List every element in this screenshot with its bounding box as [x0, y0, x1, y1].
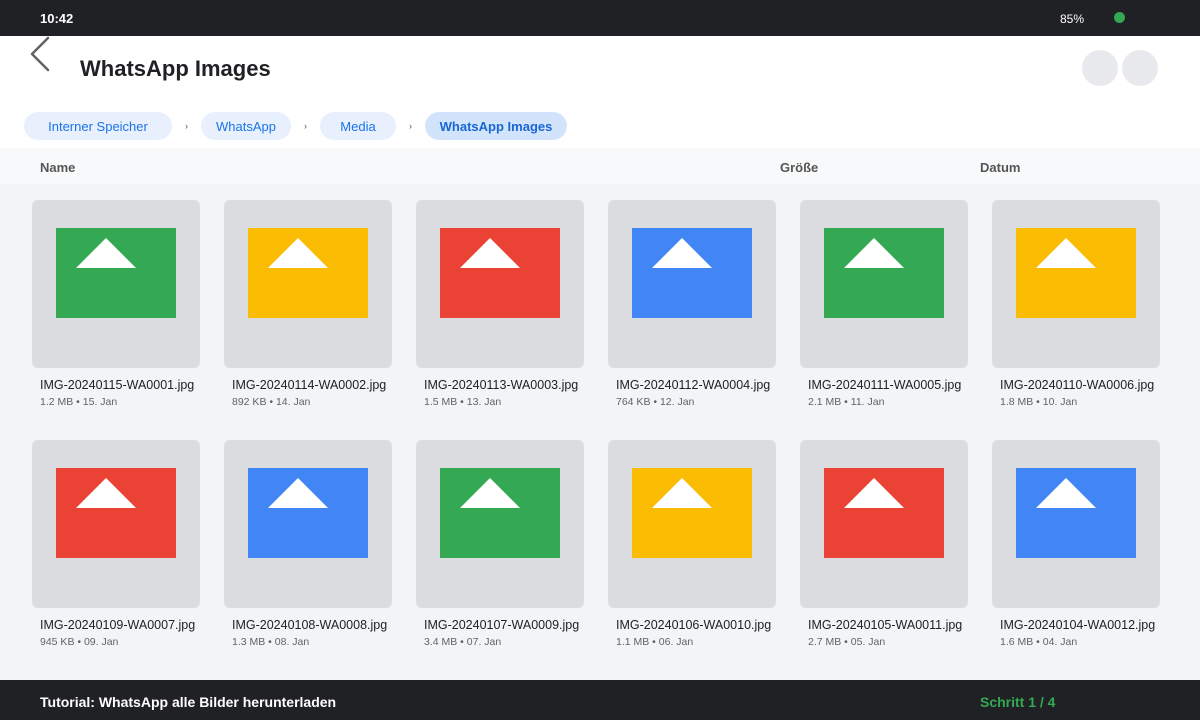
file-thumbnail [608, 440, 776, 608]
image-icon [56, 228, 176, 318]
file-meta: 1.2 MB • 15. Jan [40, 396, 118, 408]
tutorial-title: Tutorial: WhatsApp alle Bilder herunterl… [40, 694, 337, 710]
image-icon [824, 468, 944, 558]
file-name: IMG-20240114-WA0002.jpg [232, 378, 387, 392]
file-meta: 1.6 MB • 04. Jan [1000, 636, 1078, 648]
file-name: IMG-20240112-WA0004.jpg [616, 378, 771, 392]
image-icon [440, 228, 560, 318]
breadcrumb-separator: › [409, 121, 412, 131]
status-bar: 10:42 85% [0, 0, 1200, 36]
column-date[interactable]: Datum [980, 160, 1020, 175]
file-thumbnail [224, 200, 392, 368]
file-meta: 1.8 MB • 10. Jan [1000, 396, 1078, 408]
image-icon [632, 468, 752, 558]
status-time: 10:42 [40, 11, 74, 26]
image-icon [440, 468, 560, 558]
image-icon [248, 228, 368, 318]
file-name: IMG-20240106-WA0010.jpg [616, 618, 772, 632]
file-name: IMG-20240105-WA0011.jpg [808, 618, 963, 632]
image-icon [632, 228, 752, 318]
file-name: IMG-20240113-WA0003.jpg [424, 378, 579, 392]
file-name: IMG-20240109-WA0007.jpg [40, 618, 196, 632]
column-name[interactable]: Name [40, 160, 75, 175]
breadcrumb-separator: › [185, 121, 188, 131]
file-meta: 1.3 MB • 08. Jan [232, 636, 310, 648]
tutorial-step: Schritt 1 / 4 [980, 694, 1056, 710]
file-meta: 1.5 MB • 13. Jan [424, 396, 502, 408]
file-meta: 945 KB • 09. Jan [40, 636, 119, 648]
file-name: IMG-20240108-WA0008.jpg [232, 618, 388, 632]
file-meta: 3.4 MB • 07. Jan [424, 636, 502, 648]
file-name: IMG-20240111-WA0005.jpg [808, 378, 962, 392]
file-thumbnail [224, 440, 392, 608]
file-name: IMG-20240115-WA0001.jpg [40, 378, 195, 392]
image-icon [1016, 468, 1136, 558]
page-title: WhatsApp Images [80, 56, 271, 81]
file-meta: 1.1 MB • 06. Jan [616, 636, 694, 648]
file-thumbnail [32, 440, 200, 608]
status-indicator-icon [1114, 12, 1125, 23]
app-header: WhatsApp Images Interner Speicher › What… [0, 36, 1200, 148]
file-thumbnail [608, 200, 776, 368]
file-meta: 764 KB • 12. Jan [616, 396, 695, 408]
tutorial-footer: Tutorial: WhatsApp alle Bilder herunterl… [0, 680, 1200, 720]
file-thumbnail [800, 440, 968, 608]
file-thumbnail [416, 440, 584, 608]
file-meta: 892 KB • 14. Jan [232, 396, 311, 408]
breadcrumb-separator: › [304, 121, 307, 131]
breadcrumb-internal-storage[interactable]: Interner Speicher [24, 112, 172, 140]
file-thumbnail [992, 440, 1160, 608]
breadcrumb-media[interactable]: Media [320, 112, 396, 140]
image-icon [824, 228, 944, 318]
file-meta: 2.7 MB • 05. Jan [808, 636, 886, 648]
file-thumbnail [992, 200, 1160, 368]
column-size[interactable]: Größe [780, 160, 818, 175]
breadcrumb: Interner Speicher › WhatsApp › Media › W… [24, 112, 567, 140]
image-icon [1016, 228, 1136, 318]
file-name: IMG-20240107-WA0009.jpg [424, 618, 580, 632]
breadcrumb-whatsapp[interactable]: WhatsApp [201, 112, 291, 140]
column-header: Name Größe Datum [0, 148, 1200, 184]
image-icon [248, 468, 368, 558]
battery-level: 85% [1060, 12, 1085, 26]
file-name: IMG-20240110-WA0006.jpg [1000, 378, 1155, 392]
more-options-button[interactable] [1122, 50, 1158, 86]
breadcrumb-whatsapp-images[interactable]: WhatsApp Images [425, 112, 567, 140]
file-thumbnail [800, 200, 968, 368]
file-name: IMG-20240104-WA0012.jpg [1000, 618, 1156, 632]
back-button[interactable] [24, 36, 60, 76]
file-meta: 2.1 MB • 11. Jan [808, 396, 885, 408]
chevron-left-icon [30, 36, 50, 72]
file-thumbnail [32, 200, 200, 368]
image-icon [56, 468, 176, 558]
file-thumbnail [416, 200, 584, 368]
file-grid: IMG-20240115-WA0001.jpg 1.2 MB • 15. Jan I… [0, 184, 1200, 680]
search-button[interactable] [1082, 50, 1118, 86]
